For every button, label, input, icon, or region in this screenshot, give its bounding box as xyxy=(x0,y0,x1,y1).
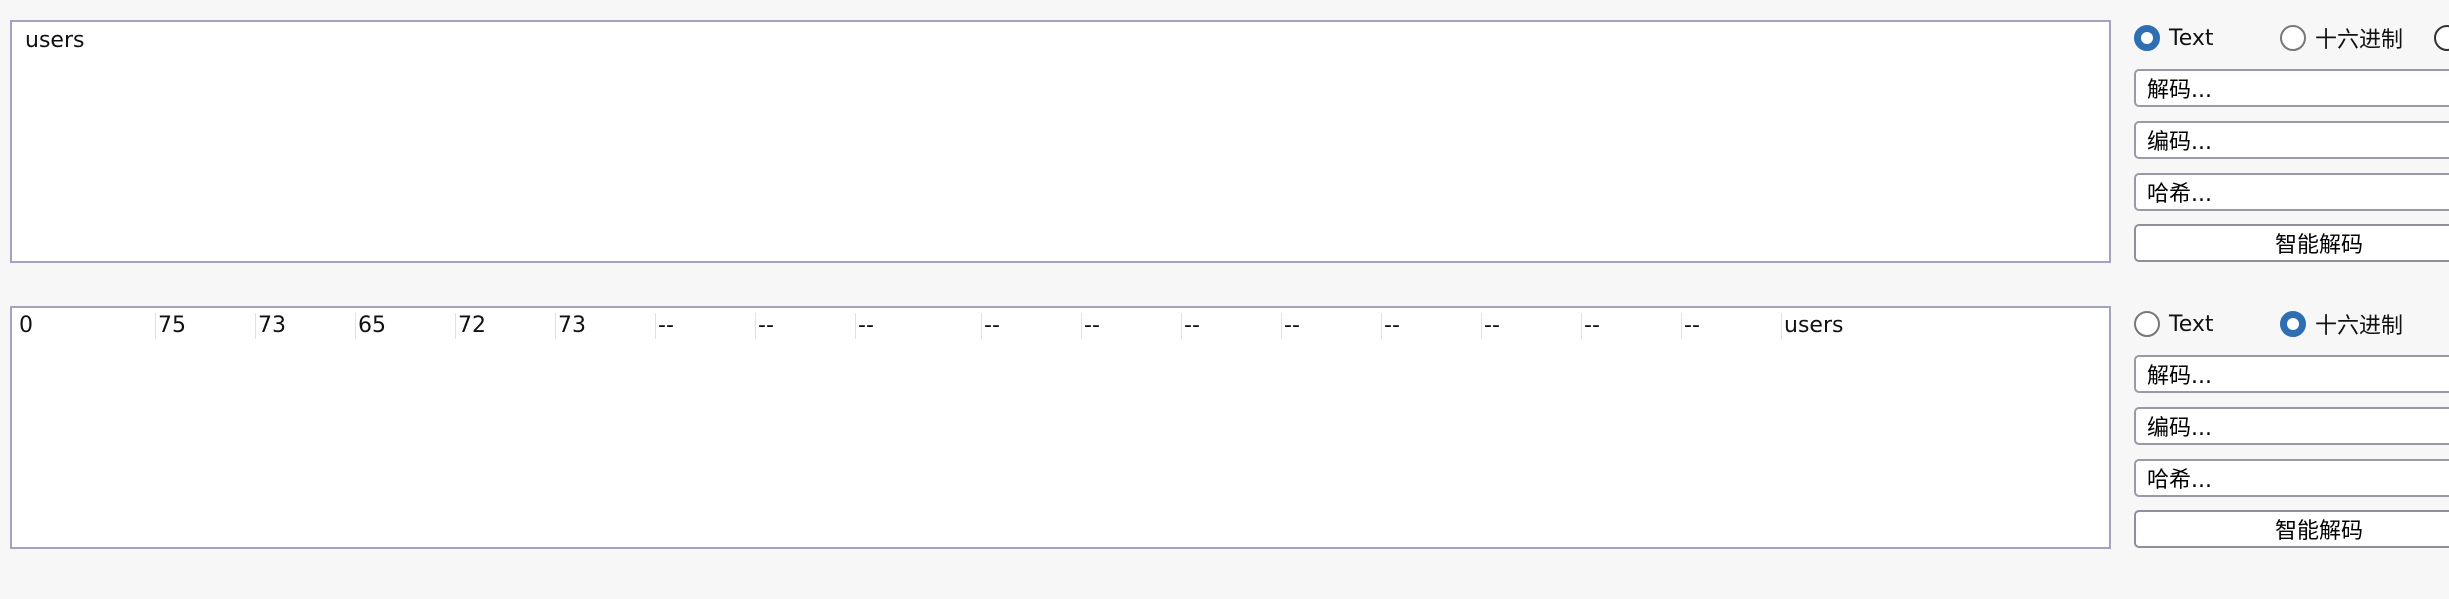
hex-byte[interactable]: -- xyxy=(1281,313,1300,339)
smart-decode-button[interactable]: 智能解码 xyxy=(2134,510,2449,548)
hex-byte[interactable]: -- xyxy=(655,313,674,339)
text-editor-top[interactable]: users xyxy=(10,20,2111,263)
radio-unselected-icon xyxy=(2134,311,2160,337)
hex-byte[interactable]: -- xyxy=(981,313,1000,339)
hex-byte[interactable]: -- xyxy=(1681,313,1700,339)
decoder-panel-top: users Text 十六进制 解码... 编码... 哈希... 智能解码 xyxy=(0,0,2449,286)
hex-byte[interactable]: 72 xyxy=(455,313,486,339)
hex-byte[interactable]: -- xyxy=(855,313,874,339)
hex-byte[interactable]: 73 xyxy=(255,313,286,339)
smart-decode-button[interactable]: 智能解码 xyxy=(2134,224,2449,262)
hex-byte[interactable]: -- xyxy=(1481,313,1500,339)
hex-editor-bottom[interactable]: 0 75 73 65 72 73 -- -- -- -- -- -- -- --… xyxy=(10,306,2111,549)
hex-offset: 0 xyxy=(19,313,33,338)
hex-byte[interactable]: -- xyxy=(1081,313,1100,339)
editor-text: users xyxy=(25,28,85,53)
hex-byte[interactable]: 73 xyxy=(555,313,586,339)
hex-byte[interactable]: -- xyxy=(1181,313,1200,339)
radio-hex[interactable]: 十六进制 xyxy=(2280,22,2403,54)
radio-selected-icon xyxy=(2134,25,2160,51)
hash-button[interactable]: 哈希... xyxy=(2134,459,2449,497)
hex-byte[interactable]: 65 xyxy=(355,313,386,339)
decoder-panel-bottom: 0 75 73 65 72 73 -- -- -- -- -- -- -- --… xyxy=(0,286,2449,572)
radio-text[interactable]: Text xyxy=(2134,308,2214,340)
encode-as-button[interactable]: 编码... xyxy=(2134,121,2449,159)
decode-as-button[interactable]: 解码... xyxy=(2134,355,2449,393)
decoder-controls-top: Text 十六进制 解码... 编码... 哈希... 智能解码 xyxy=(2134,20,2449,270)
radio-text-label: Text xyxy=(2169,25,2214,51)
hex-ascii: users xyxy=(1781,313,1843,339)
radio-hex-label: 十六进制 xyxy=(2315,28,2404,53)
radio-hex[interactable]: 十六进制 xyxy=(2280,308,2403,340)
radio-text-label: Text xyxy=(2169,311,2214,337)
hex-row: 0 75 73 65 72 73 -- -- -- -- -- -- -- --… xyxy=(12,308,2109,344)
radio-extra[interactable] xyxy=(2434,22,2449,54)
encode-as-button[interactable]: 编码... xyxy=(2134,407,2449,445)
radio-selected-icon xyxy=(2280,311,2306,337)
hex-byte[interactable]: 75 xyxy=(155,313,186,339)
radio-hex-label: 十六进制 xyxy=(2315,314,2404,339)
hex-byte[interactable]: -- xyxy=(755,313,774,339)
decode-as-button[interactable]: 解码... xyxy=(2134,69,2449,107)
hash-button[interactable]: 哈希... xyxy=(2134,173,2449,211)
radio-unselected-icon xyxy=(2434,25,2449,51)
decoder-controls-bottom: Text 十六进制 解码... 编码... 哈希... 智能解码 xyxy=(2134,306,2449,556)
radio-text[interactable]: Text xyxy=(2134,22,2214,54)
radio-unselected-icon xyxy=(2280,25,2306,51)
hex-byte[interactable]: -- xyxy=(1381,313,1400,339)
hex-byte[interactable]: -- xyxy=(1581,313,1600,339)
